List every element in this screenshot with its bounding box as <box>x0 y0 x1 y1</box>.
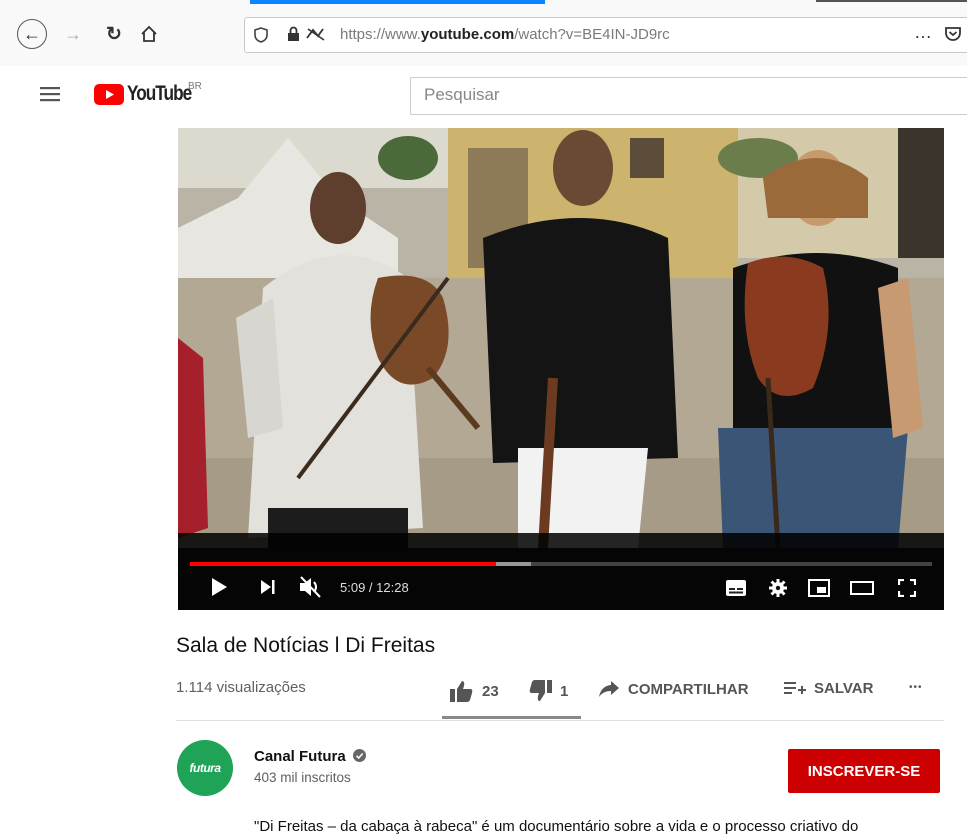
share-label: COMPARTILHAR <box>628 680 749 698</box>
forward-button[interactable]: → <box>58 19 88 49</box>
play-icon <box>212 578 227 596</box>
dislike-button[interactable]: 1 <box>528 680 568 702</box>
url-text[interactable]: https://www.youtube.com/watch?v=BE4IN-JD… <box>340 26 670 43</box>
active-tab-indicator <box>250 0 545 4</box>
page-actions-menu[interactable]: … <box>914 22 933 43</box>
video-frame <box>178 128 944 610</box>
progress-track[interactable] <box>190 562 932 566</box>
fullscreen-button[interactable] <box>897 578 917 602</box>
subtitles-button[interactable] <box>726 580 746 601</box>
more-actions-button[interactable]: ••• <box>909 682 923 693</box>
save-label: SALVAR <box>814 680 874 697</box>
url-path: /watch?v=BE4IN-JD9rc <box>514 26 670 43</box>
channel-avatar[interactable]: futura <box>177 740 233 796</box>
volume-muted-icon <box>300 576 321 598</box>
reload-icon: ↻ <box>106 23 122 45</box>
home-button[interactable] <box>134 19 164 49</box>
subscriber-count: 403 mil inscritos <box>254 770 351 785</box>
subtitles-icon <box>726 580 746 596</box>
settings-button[interactable] <box>768 578 788 603</box>
channel-name-row[interactable]: Canal Futura <box>254 748 366 765</box>
share-arrow-icon <box>599 681 619 697</box>
miniplayer-icon <box>808 579 830 597</box>
url-domain: youtube.com <box>420 26 515 43</box>
gear-icon <box>769 579 787 597</box>
mute-button[interactable] <box>298 576 322 603</box>
save-button[interactable]: SALVAR <box>784 680 873 697</box>
play-button[interactable] <box>210 577 228 602</box>
channel-name: Canal Futura <box>254 748 346 765</box>
verified-check-icon <box>352 749 366 762</box>
home-icon <box>141 25 157 42</box>
sentiment-bar <box>442 716 581 719</box>
theater-mode-icon <box>850 581 874 595</box>
youtube-play-logo-icon <box>94 83 124 105</box>
avatar-text: futura <box>189 761 222 775</box>
share-button[interactable]: COMPARTILHAR <box>598 680 749 698</box>
search-placeholder: Pesquisar <box>424 85 500 104</box>
tab-strip-line <box>816 0 967 2</box>
video-player[interactable]: 5:09 / 12:28 <box>178 128 944 610</box>
view-count: 1.114 visualizações <box>176 679 306 696</box>
miniplayer-button[interactable] <box>808 579 830 602</box>
browser-toolbar: ← → ↻ https://www.youtube.com/watch?v=BE… <box>0 0 967 67</box>
subscribe-button[interactable]: INSCREVER-SE <box>788 749 940 793</box>
like-button[interactable]: 23 <box>450 680 499 702</box>
permissions-icon[interactable] <box>305 26 327 47</box>
next-button[interactable] <box>260 579 276 600</box>
arrow-left-icon: ← <box>23 24 41 44</box>
youtube-wordmark: YouTube <box>127 82 192 105</box>
skip-next-icon <box>261 580 275 594</box>
video-description: "Di Freitas – da cabaça à rabeca" é um d… <box>254 818 859 835</box>
hamburger-icon <box>40 87 60 102</box>
progress-played <box>190 562 496 566</box>
meta-divider <box>176 720 944 721</box>
time-display: 5:09 / 12:28 <box>340 580 409 595</box>
reload-button[interactable]: ↻ <box>99 19 129 49</box>
lock-icon[interactable] <box>287 26 300 47</box>
guide-menu-button[interactable] <box>40 86 60 107</box>
arrow-right-icon: → <box>64 23 82 44</box>
video-title: Sala de Notícias l Di Freitas <box>176 634 436 657</box>
pocket-icon[interactable] <box>944 25 962 48</box>
shield-icon[interactable] <box>254 27 268 48</box>
url-prefix: https://www. <box>340 26 421 43</box>
like-count: 23 <box>482 682 499 700</box>
thumbs-up-icon <box>450 681 473 702</box>
theater-mode-button[interactable] <box>850 581 874 600</box>
fullscreen-icon <box>897 578 917 598</box>
thumbs-down-icon <box>529 680 552 701</box>
dislike-count: 1 <box>560 682 569 700</box>
back-button[interactable]: ← <box>17 19 47 49</box>
playlist-add-icon <box>784 681 806 694</box>
region-code: BR <box>188 81 202 92</box>
